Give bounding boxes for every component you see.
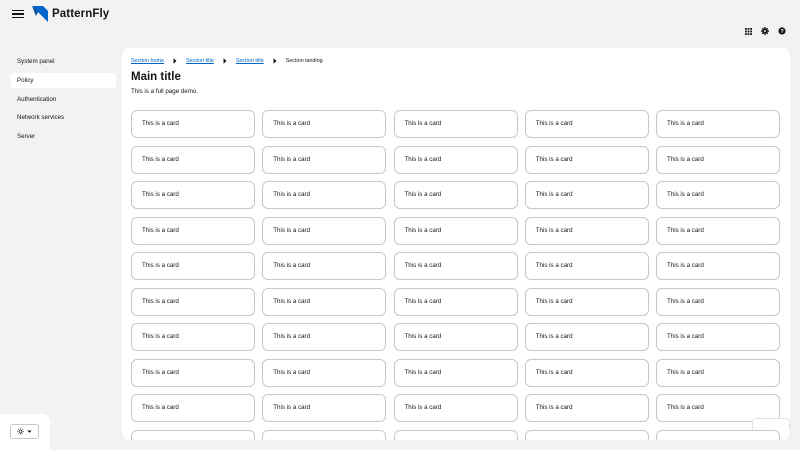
card[interactable]: This is a card <box>524 181 649 209</box>
main-content: Section home Section title Section title… <box>122 48 790 440</box>
card[interactable]: This is a card <box>656 181 780 209</box>
breadcrumb-link-section-title[interactable]: Section title <box>186 58 214 64</box>
card[interactable]: This is a card <box>524 110 649 138</box>
theme-panel <box>0 414 50 450</box>
card[interactable]: This is a card <box>393 394 518 422</box>
theme-toggle-button[interactable] <box>10 424 39 439</box>
card[interactable]: This is a card <box>656 216 780 245</box>
card[interactable] <box>131 429 255 440</box>
card[interactable]: This is a card <box>393 287 518 316</box>
card[interactable]: This is a card <box>393 110 518 138</box>
card-grid: This is a card This is a card This is a ca… <box>131 110 781 440</box>
card[interactable]: This is a card <box>262 287 387 316</box>
card[interactable]: This is a card <box>262 394 387 422</box>
gear-icon[interactable] <box>761 27 769 35</box>
sidebar-item-authentication[interactable]: Authentication <box>10 92 116 107</box>
sidebar-item-server[interactable]: Server <box>10 129 116 144</box>
sidebar-item-network-services[interactable]: Network services <box>10 110 116 125</box>
sun-icon <box>17 428 24 435</box>
card[interactable]: This is a card <box>524 145 649 174</box>
card[interactable]: This is a card <box>393 216 518 245</box>
patternfly-logo-icon <box>32 6 48 22</box>
card[interactable]: This is a card <box>131 216 255 245</box>
card[interactable]: This is a card <box>524 287 649 316</box>
sidebar: System panel Policy Authentication Netwo… <box>0 48 122 450</box>
breadcrumb-link-section-title-2[interactable]: Section title <box>236 58 264 64</box>
card[interactable]: This is a card <box>262 181 387 209</box>
card[interactable]: This is a card <box>656 287 780 316</box>
masthead-toolbar: ? <box>744 27 786 35</box>
card[interactable]: This is a card <box>393 181 518 209</box>
sidebar-item-system-panel[interactable]: System panel <box>10 54 116 69</box>
card[interactable]: This is a card <box>656 358 780 387</box>
card[interactable] <box>393 429 518 440</box>
card[interactable]: This is a card <box>131 145 255 174</box>
grid-icon[interactable] <box>744 27 752 35</box>
card[interactable]: This is a card <box>524 252 649 280</box>
card[interactable]: This is a card <box>524 394 649 422</box>
card[interactable]: This is a card <box>262 110 387 138</box>
card[interactable]: This is a card <box>262 145 387 174</box>
card[interactable]: This is a card <box>524 323 649 351</box>
chevron-right-icon <box>272 58 278 64</box>
breadcrumb-link-section-home[interactable]: Section home <box>131 58 164 64</box>
sidebar-item-policy[interactable]: Policy <box>10 73 116 88</box>
card[interactable]: This is a card <box>656 145 780 174</box>
help-icon[interactable]: ? <box>778 27 786 35</box>
chevron-right-icon <box>172 58 178 64</box>
caret-down-icon <box>27 430 32 433</box>
masthead: PatternFly ? <box>0 0 800 35</box>
card[interactable]: This is a card <box>393 252 518 280</box>
brand-logo[interactable]: PatternFly <box>32 6 109 22</box>
card[interactable]: This is a card <box>131 287 255 316</box>
card[interactable]: This is a card <box>262 358 387 387</box>
card[interactable]: This is a card <box>131 394 255 422</box>
page-title: Main title <box>131 71 181 83</box>
corner-panel <box>752 418 790 430</box>
chevron-right-icon <box>222 58 228 64</box>
page-description: This is a full page demo. <box>131 88 199 95</box>
card[interactable]: This is a card <box>131 181 255 209</box>
card[interactable]: This is a card <box>393 145 518 174</box>
card[interactable]: This is a card <box>524 216 649 245</box>
card[interactable]: This is a card <box>262 252 387 280</box>
breadcrumb-current: Section landing <box>285 58 323 64</box>
card[interactable]: This is a card <box>393 323 518 351</box>
card[interactable]: This is a card <box>656 110 780 138</box>
card[interactable]: This is a card <box>131 358 255 387</box>
card[interactable]: This is a card <box>262 323 387 351</box>
card[interactable]: This is a card <box>393 358 518 387</box>
card[interactable]: This is a card <box>656 323 780 351</box>
hamburger-icon[interactable] <box>12 8 24 20</box>
brand-name: PatternFly <box>52 8 110 20</box>
card[interactable]: This is a card <box>131 110 255 138</box>
card[interactable]: This is a card <box>262 216 387 245</box>
card[interactable] <box>524 429 649 440</box>
card[interactable]: This is a card <box>131 252 255 280</box>
card[interactable]: This is a card <box>524 358 649 387</box>
card[interactable] <box>656 429 780 440</box>
breadcrumb: Section home Section title Section title… <box>131 57 323 65</box>
card[interactable] <box>262 429 387 440</box>
card[interactable]: This is a card <box>656 252 780 280</box>
card[interactable]: This is a card <box>131 323 255 351</box>
